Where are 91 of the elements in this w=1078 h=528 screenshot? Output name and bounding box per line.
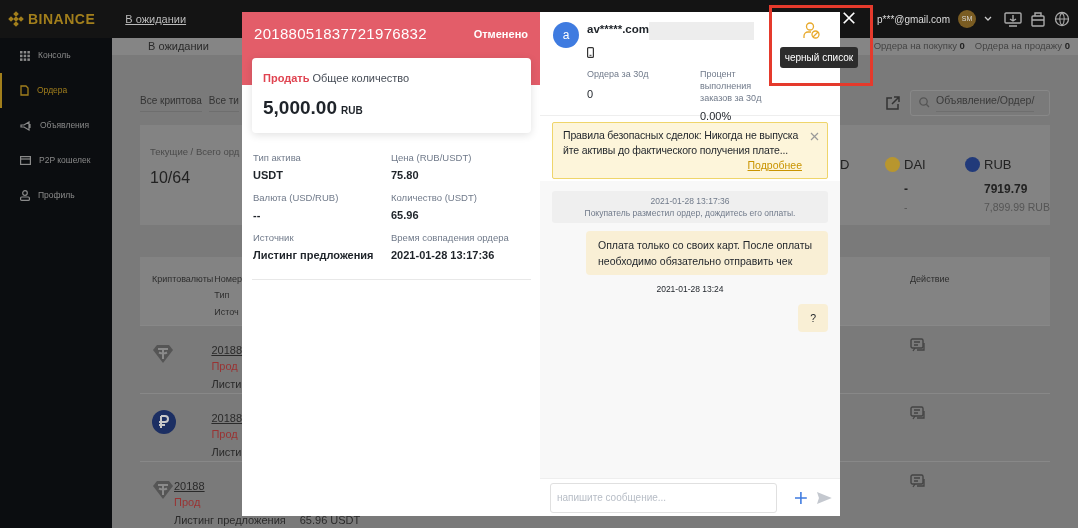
message-bubble: Оплата только со своих карт. После оплаты необходимо обязательно отправить чек <box>586 230 828 275</box>
detail-label: Время совпадения ордера <box>391 230 510 245</box>
tooltip: черный список <box>780 47 858 68</box>
phone-icon <box>587 47 594 59</box>
column-header: Источ <box>214 305 240 319</box>
stat-value: 0 <box>587 87 595 102</box>
pending-link[interactable]: В ожидании <box>125 10 187 28</box>
order-side: Прод <box>211 426 238 442</box>
detail-label: Количество (USDT) <box>391 190 478 205</box>
plus-icon[interactable] <box>795 491 808 504</box>
total-currency: RUB <box>340 104 363 118</box>
grid-icon <box>20 50 30 61</box>
column-header: Номер <box>214 272 242 286</box>
message-input[interactable]: напишите сообщение... <box>550 482 778 513</box>
message-text: Покупатель разместил ордер, дождитесь его оплаты. <box>583 206 797 219</box>
document-icon <box>20 85 29 96</box>
stat-value: 0.00% <box>700 109 733 124</box>
chat-icon[interactable] <box>910 405 926 421</box>
logo-icon <box>8 11 24 27</box>
tether-coin-icon <box>152 480 174 501</box>
column-header: Действие <box>910 272 951 286</box>
asset-amount: - <box>904 181 909 198</box>
order-number-link[interactable]: 20188 <box>174 477 205 494</box>
message-time: 2021-01-28 13:24 <box>655 282 725 296</box>
detail-value: USDT <box>253 167 284 183</box>
tether-coin-icon <box>152 344 174 365</box>
detail-label: Тип актива <box>253 150 302 165</box>
notice-text: Правила безопасных сделок: Никогда не выпускайте активы до фактического получения плате... <box>563 128 800 158</box>
avatar: a <box>553 22 579 48</box>
globe-icon[interactable] <box>1054 11 1070 27</box>
asset-symbol: DAI <box>904 155 926 174</box>
export-icon[interactable] <box>886 95 900 110</box>
order-side-label: Продать <box>263 71 310 84</box>
asset-symbol: RUB <box>984 155 1012 174</box>
order-side: Прод <box>174 494 201 510</box>
detail-value: 2021-01-28 13:17:36 <box>391 247 496 263</box>
detail-value: 75.80 <box>391 167 420 183</box>
detail-value: 65.96 <box>391 207 420 223</box>
order-counter: Ордера на продажу 0 <box>974 39 1070 54</box>
bag-icon[interactable] <box>1030 11 1046 27</box>
account-email[interactable]: p***@gmail.com <box>877 11 950 27</box>
order-source: Листи <box>211 376 242 392</box>
megaphone-icon <box>20 120 32 131</box>
total-amount: 5,000.00 <box>263 96 337 120</box>
column-header: Криптовалюты <box>152 272 215 286</box>
sidebar-item[interactable]: Профиль <box>0 178 112 213</box>
stat-label: Процент выполнения заказов за 30д <box>700 68 763 104</box>
message-bubble: ? <box>798 303 828 332</box>
detail-label: Источник <box>253 230 295 245</box>
filter-dropdown[interactable]: Все ти <box>208 93 239 112</box>
search-icon <box>919 97 930 108</box>
summary-value: 10/64 <box>150 167 192 188</box>
total-label: Общее количество <box>312 71 410 84</box>
order-number-link[interactable]: 20188 <box>211 341 242 358</box>
filter-dropdown[interactable]: Все криптова <box>140 93 202 112</box>
caret-icon[interactable] <box>984 16 992 22</box>
order-number-link[interactable]: 20188 <box>211 409 242 426</box>
column-header: Тип <box>214 289 231 302</box>
asset-converted: - <box>904 200 909 215</box>
sidebar-item[interactable]: Объявления <box>0 108 112 143</box>
asset-amount: 7919.79 <box>984 181 1029 198</box>
detail-value: -- <box>253 207 262 223</box>
detail-label: Цена (RUB/USDT) <box>391 150 473 165</box>
pending-tab[interactable]: В ожидании <box>148 38 209 55</box>
order-amount: 65.96 USDT <box>299 512 361 528</box>
order-status: Отменено <box>473 27 528 42</box>
sidebar-item[interactable]: Ордера <box>0 73 112 108</box>
sidebar-item[interactable]: Консоль <box>0 38 112 73</box>
order-side: Прод <box>211 358 238 374</box>
stat-label: Ордера за 30д <box>587 68 650 80</box>
order-source: Листи <box>211 444 242 460</box>
chat-icon[interactable] <box>910 473 926 489</box>
order-counter: Ордера на покупку 0 <box>873 39 965 54</box>
brand-logo-text: BINANCE <box>28 9 96 29</box>
search-field[interactable]: Объявление/Ордер/ <box>910 89 1050 116</box>
send-icon[interactable] <box>817 491 832 504</box>
blacklist-user-icon[interactable] <box>803 22 820 39</box>
detail-value: Листинг предложения <box>253 247 375 263</box>
order-source: Листинг предложения <box>174 512 286 528</box>
order-id: 20188051837721976832 <box>254 24 427 44</box>
user-name: av*****.com <box>587 22 649 37</box>
download-icon[interactable] <box>1004 11 1022 27</box>
asset-symbol: D <box>840 155 850 174</box>
user-icon <box>20 190 30 201</box>
more-link[interactable]: Подробнее <box>563 158 802 174</box>
ruble-coin-icon <box>152 410 176 435</box>
detail-label: Валюта (USD/RUB) <box>253 190 340 205</box>
wallet-icon <box>20 156 31 165</box>
sidebar-item[interactable]: P2P кошелек <box>0 143 112 178</box>
chat-icon[interactable] <box>910 337 926 353</box>
message-time: 2021-01-28 13:17:36 <box>649 194 731 207</box>
